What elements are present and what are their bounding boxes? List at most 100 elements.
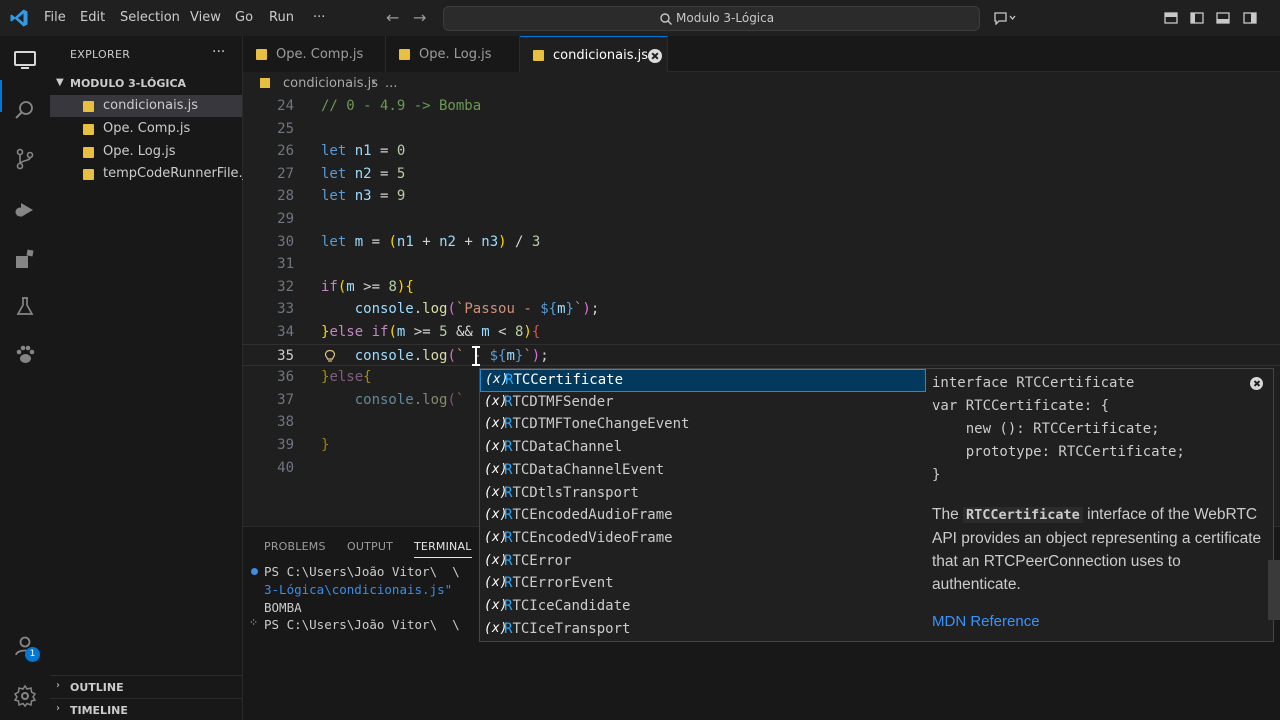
- file-item-condicionais[interactable]: condicionais.js: [50, 95, 242, 117]
- details-signature: new (): RTCCertificate;: [932, 421, 1160, 437]
- toggle-primary-sidebar-icon[interactable]: [1164, 11, 1178, 25]
- chevron-down-icon: ▼: [56, 77, 64, 88]
- details-signature: prototype: RTCCertificate;: [932, 444, 1185, 460]
- mdn-reference-link[interactable]: MDN Reference: [932, 613, 1040, 630]
- forward-arrow-icon[interactable]: →: [413, 8, 426, 27]
- breadcrumb: condicionais.js › ...: [243, 72, 1280, 94]
- search-icon[interactable]: [13, 98, 37, 122]
- suggestion-item[interactable]: (x) RTCErrorEvent: [480, 573, 926, 596]
- line-number: 38: [277, 414, 294, 431]
- details-signature: interface RTCCertificate: [932, 375, 1135, 391]
- suggestion-item[interactable]: (x) RTCError: [480, 551, 926, 574]
- suggestion-item[interactable]: (x) RTCDataChannel: [480, 437, 926, 460]
- suggestion-rest: TCDataChannel: [512, 439, 623, 456]
- code-line: 33 console.log(`Passou - ${m}`);: [243, 298, 1280, 321]
- tab-ope-comp[interactable]: Ope. Comp.js: [243, 36, 386, 72]
- back-arrow-icon[interactable]: ←: [386, 8, 399, 27]
- timeline-label: TIMELINE: [70, 704, 128, 717]
- terminal-line[interactable]: 3-Lógica\condicionais.js": [264, 582, 452, 597]
- settings-gear-icon[interactable]: [13, 684, 37, 708]
- tab-terminal[interactable]: TERMINAL: [414, 540, 472, 558]
- tab-problems[interactable]: PROBLEMS: [264, 540, 326, 553]
- file-item-ope-log[interactable]: Ope. Log.js: [50, 141, 242, 163]
- tab-output[interactable]: OUTPUT: [347, 540, 393, 553]
- code-text: console.log(`: [354, 391, 465, 408]
- text-cursor-icon: [472, 345, 480, 366]
- source-control-icon[interactable]: [13, 147, 37, 171]
- menu-run[interactable]: Run: [269, 10, 294, 25]
- menu-view[interactable]: View: [190, 10, 221, 25]
- suggestion-label: RTCDtlsTransport: [504, 485, 639, 501]
- menu-more[interactable]: ···: [313, 10, 325, 25]
- menu-selection[interactable]: Selection: [120, 10, 180, 25]
- file-item-temp-code-runner[interactable]: tempCodeRunnerFile.js: [50, 163, 253, 185]
- suggestion-item[interactable]: (x) RTCDataChannelEvent: [480, 460, 926, 483]
- suggestion-rest: TCDtlsTransport: [512, 484, 639, 501]
- suggestion-label: RTCError: [504, 553, 571, 569]
- command-center-search[interactable]: Modulo 3-Lógica: [443, 6, 980, 31]
- code-text: console.log(`Passou - ${m}`);: [354, 301, 600, 318]
- extensions-icon[interactable]: [13, 247, 37, 271]
- suggestion-label: RTCIceTransport: [504, 621, 630, 637]
- code-text: if(m >= 8){: [321, 278, 414, 295]
- remote-paw-icon[interactable]: [13, 343, 37, 367]
- outline-label: OUTLINE: [70, 681, 124, 694]
- line-number: 34: [277, 324, 294, 340]
- suggestion-item[interactable]: (x) RTCIceCandidate: [480, 596, 926, 619]
- menu-file[interactable]: File: [44, 10, 66, 25]
- menu-edit[interactable]: Edit: [80, 10, 105, 25]
- tab-label: condicionais.js: [553, 48, 649, 63]
- suggestion-item[interactable]: (x) RTCEncodedVideoFrame: [480, 528, 926, 551]
- active-indicator: [0, 80, 2, 112]
- menu-go[interactable]: Go: [235, 10, 253, 25]
- line-number: 33: [277, 301, 294, 318]
- folder-row[interactable]: ▼ MODULO 3-LÓGICA: [50, 73, 242, 95]
- toggle-secondary-sidebar-icon[interactable]: [1216, 11, 1230, 25]
- suggestion-item[interactable]: (x) RTCDtlsTransport: [480, 483, 926, 506]
- chevron-right-icon: ›: [56, 703, 60, 714]
- explorer-more-button[interactable]: ···: [212, 44, 225, 60]
- tab-condicionais[interactable]: condicionais.js: [520, 36, 668, 72]
- breadcrumb-symbol[interactable]: ...: [385, 76, 397, 91]
- js-file-icon: [83, 101, 94, 112]
- js-file-icon: [83, 124, 94, 135]
- code-line: 27 let n2 = 5: [243, 163, 1280, 186]
- toggle-panel-icon[interactable]: [1190, 11, 1204, 25]
- tab-label: Ope. Comp.js: [276, 47, 364, 62]
- line-number: 35: [277, 347, 294, 364]
- close-icon[interactable]: [1250, 377, 1263, 390]
- close-icon[interactable]: [648, 49, 662, 63]
- chevron-right-icon: ›: [56, 680, 60, 691]
- tab-ope-log[interactable]: Ope. Log.js: [386, 36, 520, 72]
- customize-layout-icon[interactable]: [1243, 11, 1257, 25]
- js-file-icon: [83, 169, 94, 180]
- line-number: 40: [277, 459, 294, 476]
- folder-label: MODULO 3-LÓGICA: [70, 77, 187, 90]
- explorer-title: EXPLORER: [70, 48, 131, 61]
- suggestion-rest: TCDataChannelEvent: [512, 461, 665, 478]
- details-scrollbar[interactable]: [1268, 560, 1280, 620]
- testing-icon[interactable]: [13, 295, 37, 319]
- outline-section[interactable]: › OUTLINE: [50, 675, 242, 697]
- suggestion-label: RTCEncodedAudioFrame: [504, 507, 673, 523]
- code-text: console.log(` - ${m}`);: [354, 347, 549, 364]
- line-number: 39: [277, 437, 294, 453]
- copilot-chat-icon[interactable]: [993, 11, 1017, 25]
- suggestion-item[interactable]: (x) RTCDTMFSender: [480, 392, 926, 415]
- explorer-icon[interactable]: [13, 48, 37, 72]
- line-number: 32: [277, 278, 294, 295]
- breadcrumb-file[interactable]: condicionais.js: [283, 76, 378, 91]
- suggestion-item[interactable]: (x) RTCCertificate: [480, 369, 926, 392]
- timeline-section[interactable]: › TIMELINE: [50, 698, 242, 720]
- run-debug-icon[interactable]: [13, 197, 37, 221]
- search-icon: [660, 13, 672, 25]
- file-item-ope-comp[interactable]: Ope. Comp.js: [50, 118, 242, 140]
- title-bar: File Edit Selection View Go Run ··· ← → …: [0, 0, 1280, 36]
- code-text: let n3 = 9: [321, 188, 406, 205]
- suggest-details: interface RTCCertificate var RTCCertific…: [926, 368, 1274, 642]
- suggestion-item[interactable]: (x) RTCIceTransport: [480, 619, 926, 641]
- suggestion-label: RTCDTMFSender: [504, 394, 614, 410]
- suggestion-item[interactable]: (x) RTCEncodedAudioFrame: [480, 505, 926, 528]
- code-line: 29: [243, 208, 1280, 231]
- suggestion-item[interactable]: (x) RTCDTMFToneChangeEvent: [480, 414, 926, 437]
